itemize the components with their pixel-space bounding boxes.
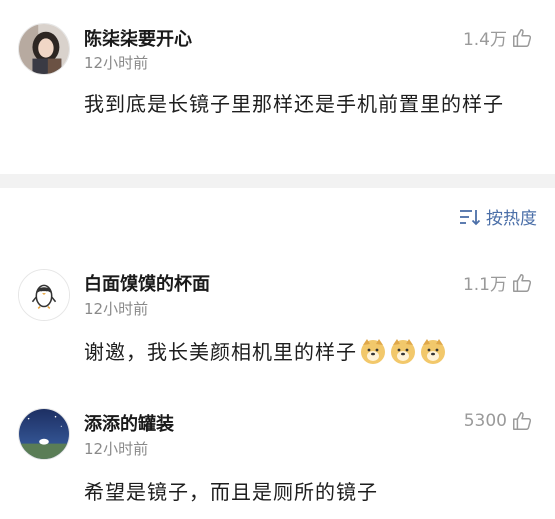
- thumbs-up-icon: [513, 273, 532, 292]
- sort-by-hot-button[interactable]: 按热度: [458, 204, 537, 229]
- comment-item: 白面馍馍的杯面 12小时前 1.1万 谢邀，我长美颜相机里的样子: [0, 254, 555, 384]
- comment-item: 添添的罐装 12小时前 5300 希望是镜子，而且是厕所的镜子: [0, 394, 555, 519]
- girl-portrait-avatar: [19, 24, 69, 74]
- sort-icon: [460, 209, 481, 225]
- comment-time: 12小时前: [84, 300, 149, 318]
- username[interactable]: 陈柒柒要开心: [84, 25, 192, 51]
- comment-item: 陈柒柒要开心 12小时前 1.4万 我到底是长镜子里那样还是手机前置里的样子: [0, 0, 555, 174]
- comment-time: 12小时前: [84, 440, 149, 458]
- doge-emoji: [421, 339, 445, 364]
- like-count: 1.1万: [462, 275, 507, 295]
- doge-emoji: [361, 339, 385, 364]
- penguin-sketch-avatar: [19, 270, 69, 320]
- like-button[interactable]: 1.1万: [463, 270, 533, 295]
- thumbs-up-icon: [513, 28, 532, 47]
- user-avatar[interactable]: [18, 269, 70, 321]
- comment-time: 12小时前: [84, 54, 149, 72]
- sort-label: 按热度: [486, 209, 537, 229]
- section-divider: [0, 174, 555, 188]
- night-sky-landscape-avatar: [19, 409, 69, 459]
- thumbs-up-icon: [513, 412, 532, 430]
- user-avatar[interactable]: [18, 23, 70, 75]
- like-count: 5300: [463, 411, 507, 431]
- username[interactable]: 白面馍馍的杯面: [84, 270, 210, 296]
- comment-content: 希望是镜子，而且是厕所的镜子: [84, 480, 378, 504]
- comment-content: 我到底是长镜子里那样还是手机前置里的样子: [84, 92, 504, 116]
- doge-emoji: [391, 339, 415, 364]
- comment-content: 谢邀，我长美颜相机里的样子: [84, 334, 531, 370]
- user-avatar[interactable]: [18, 408, 70, 460]
- like-button[interactable]: 1.4万: [463, 25, 533, 50]
- comment-text: 谢邀，我长美颜相机里的样子: [84, 340, 357, 364]
- like-button[interactable]: 5300: [464, 410, 533, 432]
- like-count: 1.4万: [462, 30, 507, 50]
- username[interactable]: 添添的罐装: [84, 410, 174, 436]
